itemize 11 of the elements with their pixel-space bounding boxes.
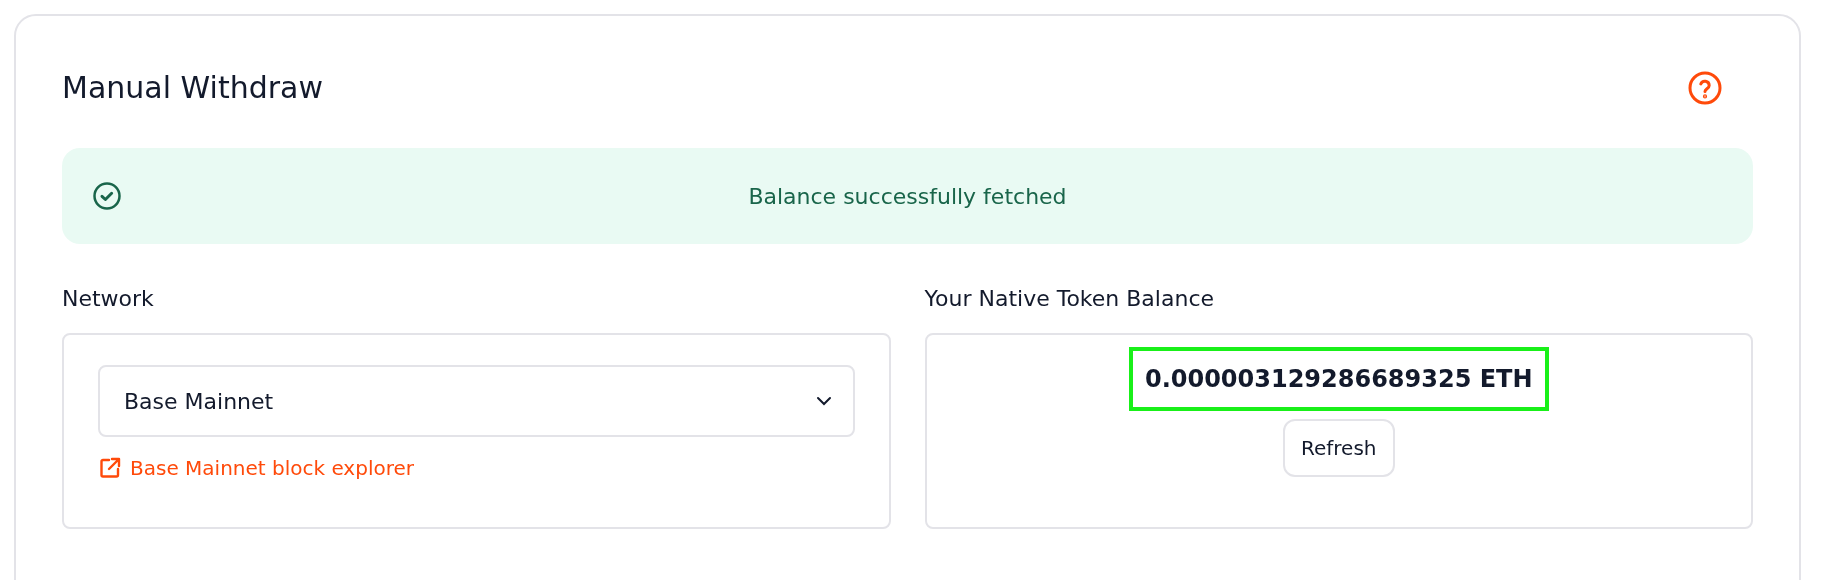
balance-label: Your Native Token Balance bbox=[924, 285, 1215, 313]
balance-value: 0.000003129286689325 ETH bbox=[1128, 347, 1549, 411]
alert-message: Balance successfully fetched bbox=[747, 182, 1068, 211]
help-icon[interactable] bbox=[1687, 70, 1723, 106]
chevron-down-icon bbox=[814, 395, 833, 407]
check-circle-icon bbox=[92, 181, 122, 211]
card-title: Manual Withdraw bbox=[62, 70, 323, 106]
refresh-button[interactable]: Refresh bbox=[1283, 419, 1395, 477]
network-dropdown[interactable]: Base Mainnet bbox=[98, 365, 855, 437]
external-link-icon[interactable] bbox=[98, 456, 122, 480]
network-label: Network bbox=[62, 285, 155, 313]
